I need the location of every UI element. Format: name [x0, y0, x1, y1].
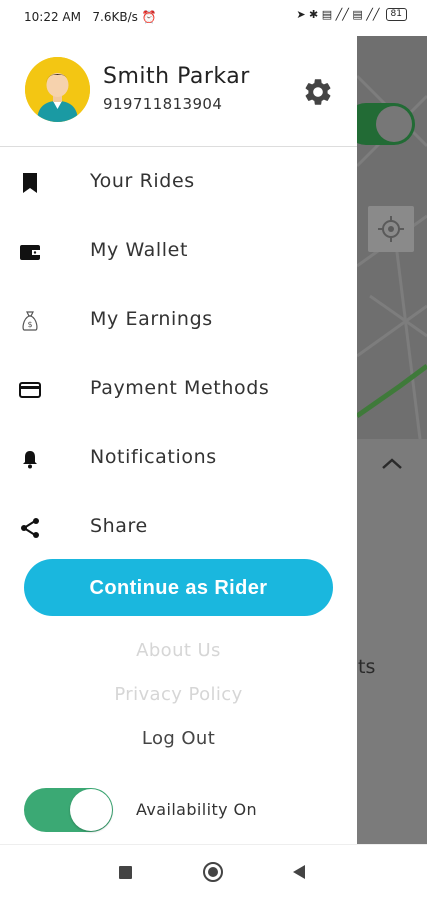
locate-icon — [368, 206, 414, 252]
home-button[interactable] — [203, 862, 223, 882]
credit-card-icon — [19, 382, 41, 398]
header-divider — [0, 146, 357, 147]
menu-label-my-wallet: My Wallet — [90, 239, 188, 261]
privacy-policy-link[interactable]: Privacy Policy — [0, 684, 357, 705]
log-out-link[interactable]: Log Out — [0, 728, 357, 749]
menu-item-my-wallet[interactable]: My Wallet — [0, 224, 357, 280]
menu-label-share: Share — [90, 515, 148, 537]
menu-item-notifications[interactable]: Notifications — [0, 431, 357, 487]
menu-item-share[interactable]: Share — [0, 500, 357, 556]
menu-item-my-earnings[interactable]: $ My Earnings — [0, 293, 357, 349]
availability-label: Availability On — [136, 800, 258, 819]
status-indicator-icons: ➤ ✱ ▤ ╱╱ ▤ ╱╱ — [296, 8, 380, 21]
background-partial-text: ts — [358, 656, 376, 678]
status-bar: 10:22 AM 7.6KB/s ⏰ ➤ ✱ ▤ ╱╱ ▤ ╱╱ 81 — [0, 0, 427, 36]
status-left: 10:22 AM 7.6KB/s ⏰ — [24, 10, 157, 24]
share-icon — [21, 518, 39, 538]
system-navigation-bar — [0, 844, 427, 901]
back-button[interactable] — [293, 865, 305, 879]
toggle-knob — [70, 789, 112, 831]
menu-item-your-rides[interactable]: Your Rides — [0, 155, 357, 211]
continue-as-rider-button[interactable]: Continue as Rider — [24, 559, 333, 616]
menu-item-payment-methods[interactable]: Payment Methods — [0, 362, 357, 418]
menu-label-payment-methods: Payment Methods — [90, 377, 270, 399]
menu-label-notifications: Notifications — [90, 446, 217, 468]
status-network-speed: 7.6KB/s — [92, 10, 138, 24]
svg-text:$: $ — [27, 320, 32, 329]
menu-label-my-earnings: My Earnings — [90, 308, 213, 330]
wallet-icon — [20, 245, 40, 260]
battery-icon: 81 — [385, 8, 407, 21]
recents-button[interactable] — [119, 866, 132, 879]
user-name: Smith Parkar — [103, 64, 250, 89]
alarm-icon: ⏰ — [141, 10, 157, 24]
gear-icon[interactable] — [302, 76, 334, 108]
bookmark-icon — [23, 173, 37, 193]
status-right: ➤ ✱ ▤ ╱╱ ▤ ╱╱ 81 — [296, 8, 407, 21]
user-phone: 919711813904 — [103, 95, 223, 113]
bell-icon — [23, 451, 37, 469]
person-avatar-icon[interactable] — [25, 57, 90, 122]
chevron-up-icon — [382, 458, 402, 469]
menu-label-your-rides: Your Rides — [90, 170, 195, 192]
navigation-drawer: Smith Parkar 919711813904 Your Rides My … — [0, 36, 357, 844]
availability-toggle[interactable] — [24, 788, 113, 832]
money-bag-icon: $ — [22, 311, 38, 331]
status-time: 10:22 AM — [24, 10, 81, 24]
about-us-link[interactable]: About Us — [0, 640, 357, 661]
